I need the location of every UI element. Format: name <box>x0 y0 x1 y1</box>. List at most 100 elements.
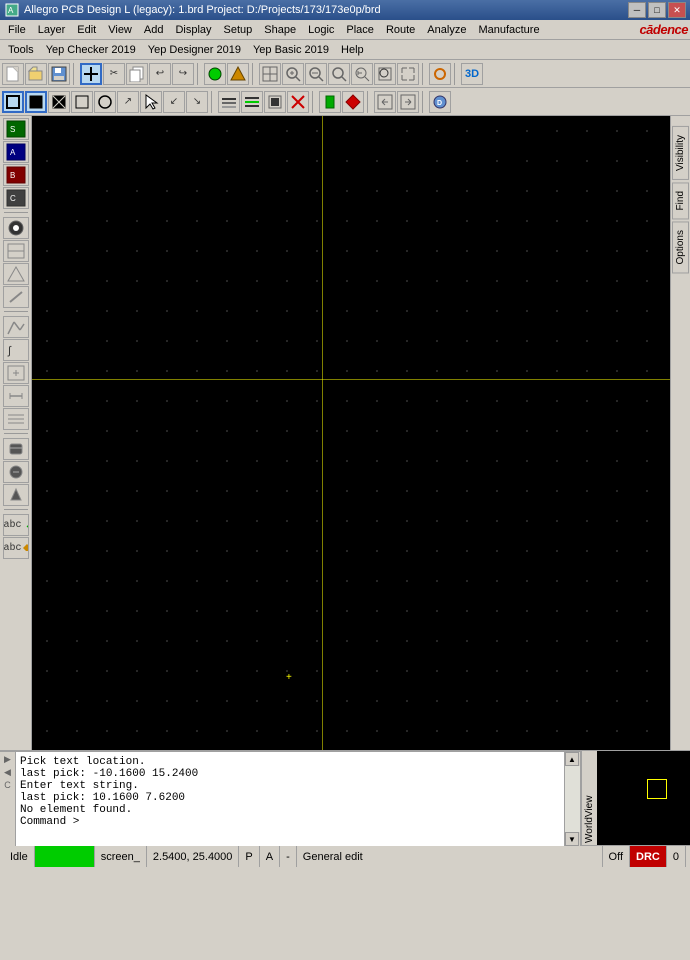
lt-btn-11[interactable] <box>3 362 29 384</box>
tab-options[interactable]: Options <box>672 221 689 273</box>
menu-view[interactable]: View <box>102 22 138 38</box>
svg-text:A: A <box>10 148 16 157</box>
console-text[interactable]: Pick text location. last pick: -10.1600 … <box>16 752 564 846</box>
tb-sel-3[interactable]: ↘ <box>186 91 208 113</box>
tb-open[interactable] <box>25 63 47 85</box>
canvas-area[interactable]: + <box>32 116 670 750</box>
lt-btn-abc2[interactable]: abc <box>3 537 29 559</box>
tb-refresh[interactable] <box>429 63 451 85</box>
tb-undo[interactable]: ↩ <box>149 63 171 85</box>
menu-logic[interactable]: Logic <box>302 22 340 38</box>
lt-btn-14[interactable] <box>3 438 29 460</box>
tb-select-circle[interactable] <box>94 91 116 113</box>
menu-display[interactable]: Display <box>169 22 217 38</box>
tb-delete[interactable] <box>287 91 309 113</box>
tb-cross[interactable] <box>80 63 102 85</box>
minimize-button[interactable]: ─ <box>628 2 646 18</box>
tb-select-x[interactable] <box>48 91 70 113</box>
tab-find[interactable]: Find <box>672 182 689 219</box>
cursor-marker: + <box>286 672 292 683</box>
tb-layer-sel[interactable] <box>241 91 263 113</box>
lt-btn-4[interactable]: C <box>3 187 29 209</box>
tb-property[interactable] <box>319 91 341 113</box>
tb-3d[interactable]: 3D <box>461 63 483 85</box>
menu-setup[interactable]: Setup <box>218 22 259 38</box>
lt-btn-1[interactable]: S <box>3 118 29 140</box>
lt-section-sep-4 <box>4 509 28 511</box>
scroll-down[interactable]: ▼ <box>565 832 579 846</box>
menu-edit[interactable]: Edit <box>71 22 102 38</box>
menu-yep-designer[interactable]: Yep Designer 2019 <box>142 42 247 58</box>
console-icon-bar: ▶ ◀ C <box>0 752 16 846</box>
lt-btn-6[interactable] <box>3 240 29 262</box>
status-bar: Idle screen_ 2.5400, 25.4000 P A - Gener… <box>0 845 690 867</box>
tb-select-outline[interactable] <box>71 91 93 113</box>
menu-place[interactable]: Place <box>340 22 380 38</box>
worldview-label: WorldView <box>581 751 597 845</box>
menu-file[interactable]: File <box>2 22 32 38</box>
tb-check[interactable] <box>342 91 364 113</box>
console-area: ▶ ◀ C Pick text location. last pick: -10… <box>0 751 580 846</box>
tb-sel-2[interactable]: ↙ <box>163 91 185 113</box>
tb-arrow-se[interactable]: ↗ <box>117 91 139 113</box>
lt-btn-10[interactable]: ∫ <box>3 339 29 361</box>
tb-zoom-prev[interactable] <box>351 63 373 85</box>
tb-save[interactable] <box>48 63 70 85</box>
tb-nav-left[interactable] <box>374 91 396 113</box>
menu-analyze[interactable]: Analyze <box>421 22 472 38</box>
console-icon-arrow: ▶ <box>4 754 11 765</box>
tb-cut[interactable]: ✂ <box>103 63 125 85</box>
lt-btn-5[interactable] <box>3 217 29 239</box>
status-coords: 2.5400, 25.4000 <box>147 846 240 867</box>
tb-zoom-window[interactable] <box>374 63 396 85</box>
tb-drc-icon[interactable]: D <box>429 91 451 113</box>
tb-select-filled[interactable] <box>25 91 47 113</box>
lt-btn-13[interactable] <box>3 408 29 430</box>
lt-section-sep-1 <box>4 212 28 214</box>
menu-yep-basic[interactable]: Yep Basic 2019 <box>247 42 335 58</box>
tb-sep2-4 <box>422 91 426 113</box>
scroll-up[interactable]: ▲ <box>565 752 579 766</box>
tb-new[interactable] <box>2 63 24 85</box>
menu-tools[interactable]: Tools <box>2 42 40 58</box>
menu-route[interactable]: Route <box>380 22 421 38</box>
lt-btn-abc1[interactable]: abc <box>3 514 29 536</box>
lt-btn-8[interactable] <box>3 286 29 308</box>
tb-select-rect[interactable] <box>2 91 24 113</box>
tb-zoom-full[interactable] <box>397 63 419 85</box>
console-scroll[interactable]: ▲ ▼ <box>564 752 580 846</box>
tb-zoom-fit[interactable] <box>328 63 350 85</box>
main-area: S A B C ∫ <box>0 116 690 750</box>
menu-manufacture[interactable]: Manufacture <box>472 22 545 38</box>
menu-shape[interactable]: Shape <box>258 22 302 38</box>
tb-rats-pin[interactable] <box>227 63 249 85</box>
status-p: P <box>239 846 259 867</box>
tab-visibility[interactable]: Visibility <box>672 126 689 180</box>
tb-rats-all[interactable] <box>204 63 226 85</box>
lt-btn-12[interactable] <box>3 385 29 407</box>
lt-btn-3[interactable]: B <box>3 164 29 186</box>
tb-zoom-in[interactable] <box>282 63 304 85</box>
tb-zoom-out[interactable] <box>305 63 327 85</box>
tb-layer-disp[interactable] <box>218 91 240 113</box>
console-command-line[interactable]: Command > <box>20 816 560 828</box>
lt-btn-16[interactable] <box>3 484 29 506</box>
lt-btn-15[interactable] <box>3 461 29 483</box>
menu-help[interactable]: Help <box>335 42 370 58</box>
close-button[interactable]: ✕ <box>668 2 686 18</box>
tb-select-cursor[interactable] <box>140 91 162 113</box>
menu-add[interactable]: Add <box>138 22 170 38</box>
tb-copy[interactable] <box>126 63 148 85</box>
tb-zoom-world[interactable] <box>259 63 281 85</box>
maximize-button[interactable]: □ <box>648 2 666 18</box>
menu-yep-checker[interactable]: Yep Checker 2019 <box>40 42 142 58</box>
tb-redo[interactable]: ↪ <box>172 63 194 85</box>
vertical-crosshair <box>322 116 323 750</box>
menu-layer[interactable]: Layer <box>32 22 72 38</box>
lt-btn-2[interactable]: A <box>3 141 29 163</box>
tb-nav-right[interactable] <box>397 91 419 113</box>
scroll-track[interactable] <box>565 766 580 832</box>
tb-layer-all[interactable] <box>264 91 286 113</box>
lt-btn-9[interactable] <box>3 316 29 338</box>
lt-btn-7[interactable] <box>3 263 29 285</box>
